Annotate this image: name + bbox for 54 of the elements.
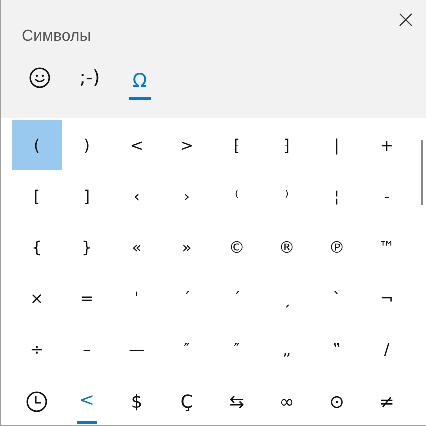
- symbol-cell[interactable]: —: [112, 324, 162, 374]
- symbol-cell[interactable]: ]: [62, 171, 112, 221]
- symbol-cell[interactable]: «: [112, 222, 162, 272]
- symbol-cell[interactable]: |: [312, 120, 362, 170]
- symbol-cell[interactable]: [: [12, 171, 62, 221]
- symbol-tab[interactable]: Ω: [129, 60, 151, 100]
- symbol-cell[interactable]: ‟: [312, 324, 362, 374]
- symbol-cell[interactable]: {: [12, 222, 62, 272]
- symbol-cell[interactable]: ″: [212, 324, 262, 374]
- symbol-tab[interactable]: ;-): [72, 60, 108, 96]
- category-tab[interactable]: Ç: [162, 380, 212, 424]
- symbol-cell[interactable]: ⁆: [262, 120, 312, 170]
- category-tab[interactable]: ∞: [262, 380, 312, 424]
- symbol-cell[interactable]: ¦: [312, 171, 362, 221]
- symbol-cell[interactable]: „: [262, 324, 312, 374]
- symbol-cell[interactable]: -: [362, 171, 412, 221]
- symbol-cell[interactable]: ⁽: [212, 171, 262, 221]
- clock-icon: [26, 391, 48, 413]
- category-tab[interactable]: <: [77, 380, 97, 424]
- symbol-cell[interactable]: ›: [162, 171, 212, 221]
- symbol-cell[interactable]: ×: [12, 273, 62, 323]
- symbol-cell[interactable]: ©: [212, 222, 262, 272]
- symbol-cell[interactable]: ÷: [12, 324, 62, 374]
- symbol-cell[interactable]: ℗: [312, 222, 362, 272]
- panel-title: Символы: [22, 28, 92, 46]
- symbol-cell[interactable]: ⁾: [262, 171, 312, 221]
- symbol-cell[interactable]: ¬: [362, 273, 412, 323]
- symbol-cell[interactable]: ): [62, 120, 112, 170]
- symbol-cell[interactable]: ˊ: [212, 273, 262, 323]
- symbol-cell[interactable]: ™: [362, 222, 412, 272]
- symbol-cell[interactable]: ‹: [112, 171, 162, 221]
- symbol-cell[interactable]: <: [112, 120, 162, 170]
- symbol-cell[interactable]: ˏ: [262, 273, 312, 323]
- symbol-cell[interactable]: ˊ: [162, 273, 212, 323]
- category-tab[interactable]: ⇆: [212, 380, 262, 424]
- scrollbar[interactable]: [421, 140, 423, 205]
- symbol-cell[interactable]: >: [162, 120, 212, 170]
- symbol-cell[interactable]: ″: [162, 324, 212, 374]
- symbol-cell[interactable]: +: [362, 120, 412, 170]
- smiley-icon: [29, 67, 51, 89]
- symbol-cell[interactable]: ˋ: [312, 273, 362, 323]
- symbol-cell[interactable]: (: [12, 120, 62, 170]
- category-tab[interactable]: ⊙: [312, 380, 362, 424]
- category-tab[interactable]: ≠: [362, 380, 412, 424]
- close-icon[interactable]: [399, 13, 413, 27]
- symbol-cell[interactable]: ˈ: [112, 273, 162, 323]
- category-tab[interactable]: $: [112, 380, 162, 424]
- symbol-cell[interactable]: ⁅: [212, 120, 262, 170]
- symbol-cell[interactable]: =: [62, 273, 112, 323]
- symbol-cell[interactable]: –: [62, 324, 112, 374]
- symbol-cell[interactable]: »: [162, 222, 212, 272]
- symbol-cell[interactable]: ®: [262, 222, 312, 272]
- symbol-cell[interactable]: }: [62, 222, 112, 272]
- symbol-cell[interactable]: /: [362, 324, 412, 374]
